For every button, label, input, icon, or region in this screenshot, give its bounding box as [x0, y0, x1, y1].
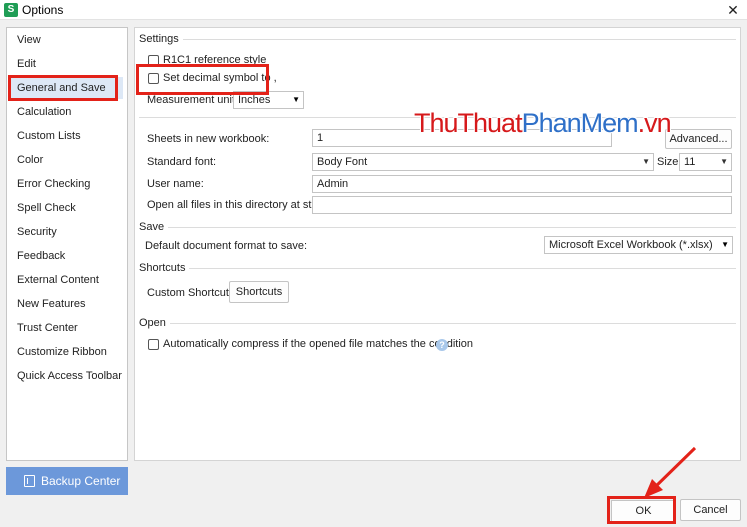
backup-center-label: Backup Center — [41, 474, 121, 488]
sidebar-item-feedback[interactable]: Feedback — [17, 245, 65, 267]
user-name-input[interactable]: Admin — [312, 175, 732, 193]
default-format-value: Microsoft Excel Workbook (*.xlsx) — [549, 239, 713, 251]
measurement-units-value: Inches — [238, 94, 271, 106]
save-divider — [139, 227, 736, 228]
auto-compress-checkbox[interactable] — [148, 339, 159, 350]
watermark-logo: ThuThuatPhanMem.vn — [414, 108, 672, 138]
settings-section-label: Settings — [139, 33, 183, 45]
r1c1-checkbox[interactable] — [148, 55, 159, 66]
shortcuts-section-label: Shortcuts — [139, 262, 190, 274]
annotation-arrow — [644, 446, 697, 498]
sidebar-item-external-content[interactable]: External Content — [17, 269, 99, 291]
sidebar-item-customize-ribbon[interactable]: Customize Ribbon — [17, 341, 107, 363]
close-icon[interactable]: ✕ — [723, 1, 743, 19]
startup-directory-input[interactable] — [312, 196, 732, 214]
advanced-button[interactable]: Advanced... — [665, 129, 732, 149]
sidebar-item-trust-center[interactable]: Trust Center — [17, 317, 78, 339]
shortcuts-button[interactable]: Shortcuts — [229, 281, 289, 303]
options-sidebar: View Edit General and Save Calculation C… — [6, 27, 128, 461]
settings-divider — [139, 39, 736, 40]
window-title: Options — [22, 3, 64, 17]
standard-font-label: Standard font: — [147, 156, 217, 168]
sidebar-item-security[interactable]: Security — [17, 221, 57, 243]
sidebar-item-edit[interactable]: Edit — [17, 53, 36, 75]
custom-shortcuts-label: Custom Shortcuts: — [147, 287, 238, 299]
measurement-units-label: Measurement units: — [147, 94, 244, 106]
measurement-units-select[interactable]: Inches ▼ — [233, 91, 304, 109]
backup-icon — [24, 475, 35, 487]
sidebar-item-new-features[interactable]: New Features — [17, 293, 85, 315]
font-size-value: 11 — [684, 156, 696, 168]
standard-font-select[interactable]: Body Font ▼ — [312, 153, 654, 171]
user-name-label: User name: — [147, 178, 204, 190]
app-icon: S — [4, 3, 18, 17]
sidebar-item-view[interactable]: View — [17, 29, 41, 51]
font-size-label: Size: — [657, 156, 682, 168]
sidebar-item-quick-access-toolbar[interactable]: Quick Access Toolbar — [17, 365, 122, 387]
chevron-down-icon: ▼ — [721, 240, 729, 249]
sidebar-item-calculation[interactable]: Calculation — [17, 101, 71, 123]
auto-compress-label: Automatically compress if the opened fil… — [163, 338, 473, 350]
shortcuts-divider — [139, 268, 736, 269]
sidebar-item-error-checking[interactable]: Error Checking — [17, 173, 90, 195]
sidebar-item-spell-check[interactable]: Spell Check — [17, 197, 76, 219]
sheets-in-new-workbook-label: Sheets in new workbook: — [147, 133, 270, 145]
decimal-symbol-label: Set decimal symbol to , — [163, 72, 277, 84]
open-section-label: Open — [139, 317, 170, 329]
title-bar: S Options ✕ — [0, 0, 747, 20]
standard-font-value: Body Font — [317, 156, 368, 168]
sidebar-item-custom-lists[interactable]: Custom Lists — [17, 125, 81, 147]
font-size-select[interactable]: 11 ▼ — [679, 153, 732, 171]
chevron-down-icon: ▼ — [720, 157, 728, 166]
backup-center-button[interactable]: Backup Center — [6, 467, 128, 495]
chevron-down-icon: ▼ — [642, 157, 650, 166]
r1c1-label: R1C1 reference style — [163, 54, 267, 66]
startup-directory-label: Open all files in this directory at star… — [147, 199, 340, 211]
default-format-label: Default document format to save: — [145, 240, 308, 252]
sidebar-item-general-and-save[interactable]: General and Save — [11, 77, 123, 99]
decimal-symbol-checkbox[interactable] — [148, 73, 159, 84]
settings-panel: Settings R1C1 reference style Set decima… — [134, 27, 741, 461]
sidebar-item-color[interactable]: Color — [17, 149, 43, 171]
chevron-down-icon: ▼ — [292, 95, 300, 104]
save-section-label: Save — [139, 221, 169, 233]
open-divider — [139, 323, 736, 324]
default-format-select[interactable]: Microsoft Excel Workbook (*.xlsx) ▼ — [544, 236, 733, 254]
help-icon[interactable]: ? — [436, 339, 448, 351]
